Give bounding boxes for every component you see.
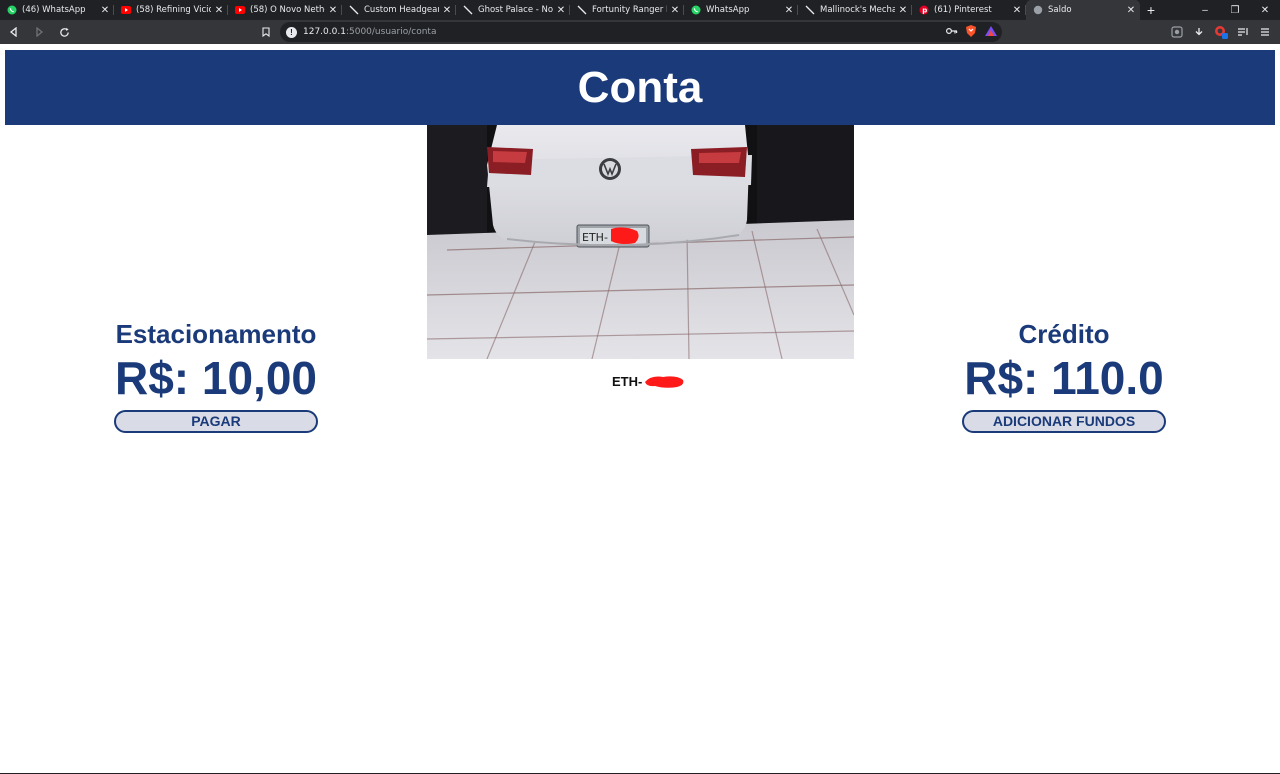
tab-title: Ghost Palace - Novall xyxy=(478,5,553,15)
address-bar-actions xyxy=(946,24,998,38)
minimize-icon[interactable]: – xyxy=(1190,0,1220,20)
url-path: :5000/usuario/conta xyxy=(345,27,437,37)
close-tab-icon[interactable]: ✕ xyxy=(1126,5,1136,16)
forward-arrow-icon xyxy=(36,27,44,37)
browser-tab[interactable]: (58) O Novo Nether |✕ xyxy=(228,0,342,20)
close-tab-icon[interactable]: ✕ xyxy=(214,5,224,16)
tab-title: Mallinock's Mechanic xyxy=(820,5,895,15)
youtube-icon xyxy=(121,5,131,15)
youtube-icon xyxy=(235,5,245,15)
address-bar[interactable]: ! 127.0.0.1:5000/usuario/conta xyxy=(280,22,1002,42)
pinterest-icon: p xyxy=(919,5,929,15)
tab-title: Saldo xyxy=(1048,5,1072,15)
tab-list: (46) WhatsApp✕(58) Refining Vicious✕(58)… xyxy=(0,0,1140,20)
tab-title: WhatsApp xyxy=(706,5,750,15)
parking-panel: Estacionamento R$: 10,00 PAGAR xyxy=(106,318,326,433)
brave-shield-icon[interactable] xyxy=(964,24,978,38)
plate-label: ETH- xyxy=(612,374,685,389)
close-tab-icon[interactable]: ✕ xyxy=(100,5,110,16)
parking-amount: R$: 10,00 xyxy=(114,352,317,404)
back-arrow-icon xyxy=(9,27,17,37)
add-funds-button[interactable]: ADICIONAR FUNDOS xyxy=(962,410,1166,433)
tab-title: Fortunity Ranger PVE xyxy=(592,5,667,15)
reload-button[interactable] xyxy=(53,21,75,43)
bookmark-button[interactable] xyxy=(258,22,274,42)
tab-title: (58) O Novo Nether | xyxy=(250,5,325,15)
svg-text:ETH-: ETH- xyxy=(582,231,608,244)
close-tab-icon[interactable]: ✕ xyxy=(556,5,566,16)
page-header: Conta xyxy=(5,50,1275,125)
tab-title: (61) Pinterest xyxy=(934,5,992,15)
svg-text:p: p xyxy=(922,7,927,15)
browser-tab[interactable]: p (61) Pinterest ✕ xyxy=(912,0,1026,20)
close-tab-icon[interactable]: ✕ xyxy=(328,5,338,16)
plate-prefix: ETH- xyxy=(612,374,643,389)
bookmark-icon xyxy=(262,27,270,37)
media-control-icon[interactable] xyxy=(1234,23,1252,41)
notification-extension-icon[interactable] xyxy=(1212,23,1230,41)
credit-title: Crédito xyxy=(1018,319,1110,349)
forward-button[interactable] xyxy=(28,21,50,43)
slash-icon xyxy=(577,5,587,15)
tab-title: Custom Headgear Q xyxy=(364,5,439,15)
back-button[interactable] xyxy=(3,21,25,43)
browser-tab[interactable]: Ghost Palace - Novall✕ xyxy=(456,0,570,20)
key-icon[interactable] xyxy=(946,27,958,35)
plate-redaction xyxy=(645,376,684,388)
browser-tab[interactable]: Mallinock's Mechanic✕ xyxy=(798,0,912,20)
window-controls: – ❐ ✕ xyxy=(1190,0,1280,20)
download-icon[interactable] xyxy=(1190,23,1208,41)
close-tab-icon[interactable]: ✕ xyxy=(670,5,680,16)
credit-panel: Crédito R$: 110.0 ADICIONAR FUNDOS xyxy=(954,318,1174,433)
parking-title: Estacionamento xyxy=(115,319,317,349)
close-window-icon[interactable]: ✕ xyxy=(1250,0,1280,20)
credit-amount: R$: 110.0 xyxy=(964,352,1164,404)
extension-icon[interactable] xyxy=(1168,23,1186,41)
slash-icon xyxy=(349,5,359,15)
globe-icon xyxy=(1033,5,1043,15)
browser-tab[interactable]: Saldo ✕ xyxy=(1026,0,1140,20)
close-tab-icon[interactable]: ✕ xyxy=(784,5,794,16)
url-host: 127.0.0.1 xyxy=(303,27,346,37)
pay-button[interactable]: PAGAR xyxy=(114,410,318,433)
close-tab-icon[interactable]: ✕ xyxy=(898,5,908,16)
browser-tab[interactable]: (46) WhatsApp ✕ xyxy=(0,0,114,20)
slash-icon xyxy=(805,5,815,15)
site-info-icon[interactable]: ! xyxy=(286,26,297,38)
reload-icon xyxy=(59,27,69,37)
tab-strip: (46) WhatsApp✕(58) Refining Vicious✕(58)… xyxy=(0,0,1280,20)
whatsapp-icon xyxy=(7,5,17,15)
new-tab-button[interactable]: + xyxy=(1140,0,1162,20)
whatsapp-icon xyxy=(691,5,701,15)
browser-tab[interactable]: Fortunity Ranger PVE✕ xyxy=(570,0,684,20)
page-title: Conta xyxy=(577,62,703,112)
extensions-area xyxy=(1168,20,1280,44)
tab-title: (46) WhatsApp xyxy=(22,5,86,15)
brave-rewards-icon[interactable] xyxy=(984,24,998,38)
browser-tab[interactable]: (58) Refining Vicious✕ xyxy=(114,0,228,20)
close-tab-icon[interactable]: ✕ xyxy=(442,5,452,16)
restore-icon[interactable]: ❐ xyxy=(1220,0,1250,20)
browser-tab[interactable]: Custom Headgear Q✕ xyxy=(342,0,456,20)
page-viewport: Conta ETH- ETH- Estacionamento R$: 10,00… xyxy=(0,44,1280,774)
tab-title: (58) Refining Vicious xyxy=(136,5,211,15)
car-photo: ETH- xyxy=(427,125,854,359)
menu-icon[interactable] xyxy=(1256,23,1274,41)
close-tab-icon[interactable]: ✕ xyxy=(1012,5,1022,16)
browser-tab[interactable]: WhatsApp ✕ xyxy=(684,0,798,20)
slash-icon xyxy=(463,5,473,15)
